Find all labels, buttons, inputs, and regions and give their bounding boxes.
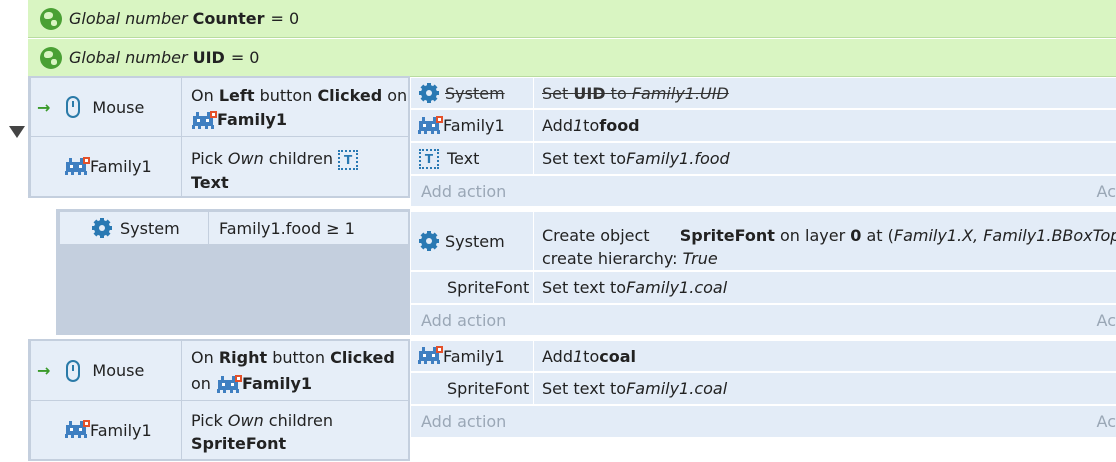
spritefont-icon <box>419 379 439 399</box>
global-variable-type: Global number <box>69 9 188 28</box>
action-object-text[interactable]: T Text <box>411 143 533 174</box>
global-variable-value: = 0 <box>270 9 300 28</box>
family-invader-icon <box>216 374 243 395</box>
family-invader-icon <box>64 420 90 440</box>
action-add-to-coal[interactable]: Add 1 to coal <box>534 341 1116 371</box>
condition-pick-own-children-spritefont[interactable]: Pick Own children SpriteFont <box>182 401 408 459</box>
action-add-to-food[interactable]: Add 1 to food <box>534 110 1116 141</box>
condition-object-label: Mouse <box>92 361 145 380</box>
condition-object-family1[interactable]: Family1 <box>31 137 181 196</box>
condition-object-family1[interactable]: Family1 <box>31 401 181 459</box>
condition-compare-food[interactable]: Family1.food ≥ 1 <box>209 212 408 244</box>
action-object-system[interactable]: System <box>411 212 533 270</box>
action-set-text-coal[interactable]: Set text to Family1.coal <box>534 373 1116 404</box>
gear-icon <box>92 218 112 238</box>
text-object-icon: T <box>419 148 439 169</box>
mouse-icon <box>66 359 81 382</box>
condition-object-label: Family1 <box>90 420 152 440</box>
action-set-uid-disabled[interactable]: Set UID to Family1.UID <box>534 78 1116 108</box>
action-object-spritefont[interactable]: SpriteFont <box>411 272 533 303</box>
add-action-link[interactable]: Add action Ac <box>411 406 1116 437</box>
action-set-text-coal[interactable]: Set text to Family1.coal <box>534 272 1116 303</box>
global-variable-value: = 0 <box>230 48 260 67</box>
trigger-arrow-icon: → <box>37 361 51 380</box>
spritefont-icon <box>655 221 675 241</box>
condition-mouse-right-clicked[interactable]: On Right button Clicked on Family1 <box>182 341 408 400</box>
text-object-icon: T <box>338 149 359 170</box>
trigger-arrow-icon: → <box>37 97 51 117</box>
condition-pick-own-children-text[interactable]: Pick Own children T Text <box>182 137 408 196</box>
gear-icon <box>419 231 439 251</box>
action-object-family1[interactable]: Family1 <box>411 341 533 371</box>
family-invader-icon <box>417 346 443 366</box>
action-set-text-food[interactable]: Set text to Family1.food <box>534 143 1116 174</box>
global-variable-type: Global number <box>69 48 188 67</box>
spritefont-icon <box>419 278 439 298</box>
action-object-family1[interactable]: Family1 <box>411 110 533 141</box>
condition-object-system[interactable]: System <box>60 212 208 244</box>
family-invader-icon <box>191 110 217 131</box>
global-variable-name: Counter <box>192 9 265 28</box>
family-invader-icon <box>417 115 443 136</box>
condition-object-label: Mouse <box>92 97 145 117</box>
condition-empty-area <box>80 244 410 335</box>
global-variable-uid[interactable]: Global number UID = 0 <box>28 39 1116 77</box>
globe-icon <box>40 7 62 30</box>
action-object-system[interactable]: System <box>411 78 533 108</box>
action-create-object-spritefont[interactable]: Create object SpriteFont on layer 0 at (… <box>534 212 1116 270</box>
globe-icon <box>40 46 62 69</box>
add-action-link[interactable]: Add action Ac <box>411 176 1116 206</box>
mouse-icon <box>66 96 81 118</box>
condition-object-mouse[interactable]: → Mouse <box>31 78 181 136</box>
add-action-link[interactable]: Add action Ac <box>411 305 1116 335</box>
global-variable-counter[interactable]: Global number Counter = 0 <box>28 0 1116 38</box>
family-invader-icon <box>64 156 90 177</box>
action-object-spritefont[interactable]: SpriteFont <box>411 373 533 404</box>
global-variable-name: UID <box>192 48 225 67</box>
condition-object-label: Family1 <box>90 157 152 176</box>
condition-object-label: System <box>120 218 180 238</box>
collapse-toggle-icon[interactable] <box>9 126 25 138</box>
condition-object-mouse[interactable]: → Mouse <box>31 341 181 400</box>
condition-mouse-left-clicked[interactable]: On Left button Clicked on Family1 <box>182 78 408 136</box>
gear-icon <box>419 83 439 103</box>
